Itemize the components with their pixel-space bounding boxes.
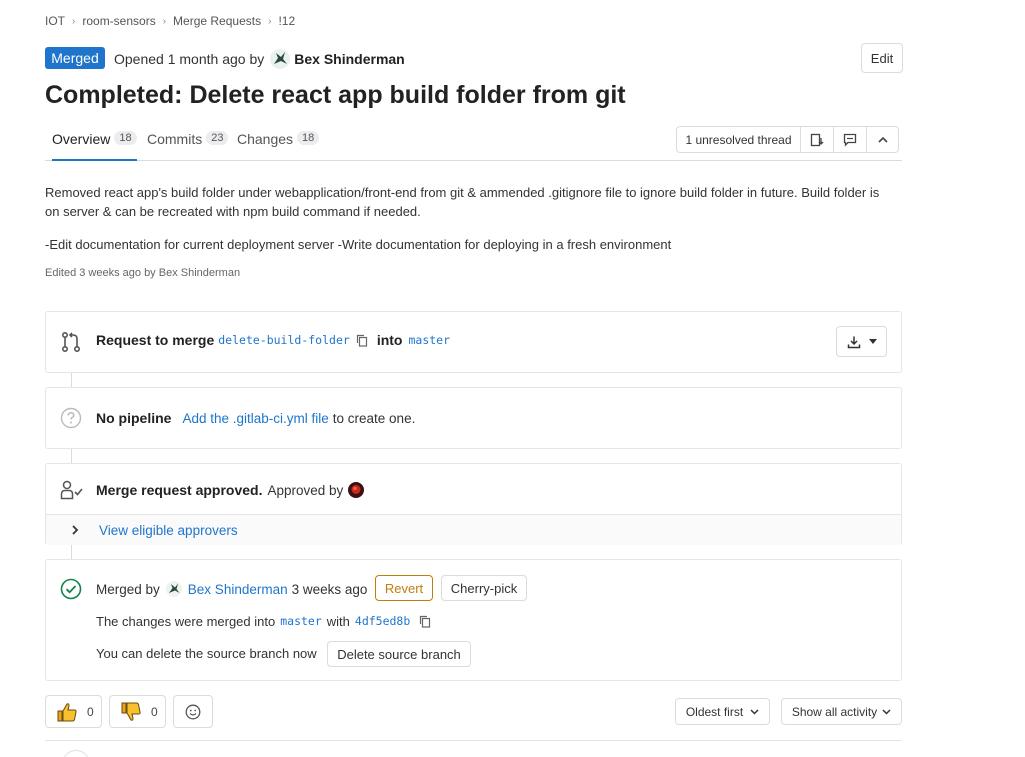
timeline-avatar-partial	[62, 750, 90, 757]
comment-icon	[843, 133, 857, 147]
widget-connector	[71, 545, 72, 560]
activity-filter-label: Show all activity	[791, 704, 878, 719]
pipeline-text: No pipeline Add the .gitlab-ci.yml file …	[96, 410, 415, 426]
comment-button[interactable]	[834, 127, 867, 152]
merge-request-icon	[60, 331, 82, 353]
question-icon	[60, 407, 82, 429]
thread-controls: 1 unresolved thread	[676, 126, 899, 153]
approvers-row[interactable]: View eligible approvers	[46, 514, 901, 545]
author-name[interactable]: Bex Shinderman	[294, 51, 404, 67]
unresolved-threads-button[interactable]: 1 unresolved thread	[677, 127, 801, 152]
breadcrumb-project[interactable]: room-sensors	[82, 14, 155, 28]
request-to-merge-label: Request to merge	[96, 332, 215, 348]
check-circle-icon	[60, 578, 82, 600]
activity-filter-dropdown[interactable]: Show all activity	[781, 698, 902, 725]
widget-connector	[71, 449, 72, 464]
description-para-1: Removed react app's build folder under w…	[45, 185, 880, 219]
tab-overview[interactable]: Overview 18	[52, 130, 137, 161]
tab-commits-label: Commits	[147, 131, 203, 147]
thumbs-up-count: 0	[87, 704, 94, 719]
view-eligible-approvers-link[interactable]: View eligible approvers	[99, 523, 238, 538]
changes-merged-text: The changes were merged into	[96, 613, 276, 629]
target-branch[interactable]: master	[408, 333, 450, 347]
sort-label: Oldest first	[685, 704, 744, 719]
breadcrumb: IOT › room-sensors › Merge Requests › !1…	[45, 13, 295, 29]
with-label: with	[326, 613, 350, 629]
approval-widget: Merge request approved. Approved by View…	[45, 463, 902, 545]
add-reaction-button[interactable]	[173, 695, 213, 728]
tab-overview-count: 18	[114, 131, 137, 145]
merged-by-label: Merged by	[96, 581, 160, 597]
merged-time: 3 weeks ago	[291, 581, 368, 597]
chevron-down-icon	[750, 708, 759, 715]
no-pipeline-label: No pipeline	[96, 410, 172, 426]
merger-name-link[interactable]: Bex Shinderman	[188, 582, 288, 597]
copy-icon[interactable]	[356, 334, 368, 347]
approved-label: Merge request approved.	[96, 482, 263, 498]
tab-commits-count: 23	[206, 131, 229, 145]
merged-target-branch[interactable]: master	[280, 614, 322, 628]
avatar[interactable]	[270, 49, 291, 69]
thumbs-up-icon	[56, 701, 78, 723]
pipeline-suffix: to create one.	[332, 410, 416, 426]
tab-changes[interactable]: Changes 18	[237, 131, 320, 161]
merged-widget: Merged by Bex Shinderman 3 weeks ago Rev…	[45, 559, 902, 681]
chevron-right-icon: ›	[268, 15, 272, 27]
delete-source-branch-button[interactable]: Delete source branch	[327, 641, 471, 667]
sort-dropdown[interactable]: Oldest first	[675, 698, 770, 725]
collapse-button[interactable]	[867, 127, 898, 152]
next-thread-icon	[810, 133, 824, 147]
opened-label: Opened	[114, 51, 164, 67]
next-thread-button[interactable]	[801, 127, 834, 152]
merge-request-text: Request to merge delete-build-folder int…	[96, 332, 450, 348]
thumbs-down-icon	[120, 701, 142, 723]
copy-icon[interactable]	[419, 615, 431, 628]
page-title: Completed: Delete react app build folder…	[45, 81, 626, 109]
opened-time: 1 month ago	[167, 51, 246, 67]
approved-by-label: Approved by	[267, 482, 344, 498]
smiley-icon	[185, 704, 201, 720]
chevron-right-icon: ›	[72, 15, 76, 27]
breadcrumb-merge-requests[interactable]: Merge Requests	[173, 14, 261, 28]
breadcrumb-iot[interactable]: IOT	[45, 14, 65, 28]
approver-avatar[interactable]	[348, 482, 365, 498]
cherry-pick-button[interactable]: Cherry-pick	[441, 575, 527, 601]
chevron-down-icon	[882, 708, 891, 715]
source-branch[interactable]: delete-build-folder	[218, 333, 350, 347]
tab-overview-label: Overview	[52, 131, 111, 147]
thumbs-down-count: 0	[151, 704, 158, 719]
status-badge: Merged	[45, 47, 105, 69]
activity-divider	[45, 740, 902, 741]
edit-button[interactable]: Edit	[861, 43, 903, 73]
chevron-right-icon: ›	[162, 15, 167, 27]
tab-changes-count: 18	[297, 131, 320, 145]
thumbs-down-button[interactable]: 0	[109, 695, 166, 728]
add-gitlab-ci-link[interactable]: Add the .gitlab-ci.yml file	[182, 411, 328, 426]
breadcrumb-mr-id[interactable]: !12	[278, 14, 295, 28]
tab-commits[interactable]: Commits 23	[147, 131, 229, 161]
edited-note: Edited 3 weeks ago by Bex Shinderman	[45, 267, 241, 279]
approval-text: Merge request approved. Approved by	[96, 480, 365, 500]
chevron-up-icon	[877, 134, 889, 146]
chevron-right-icon	[71, 525, 79, 535]
widget-connector	[71, 373, 72, 388]
merged-by-row: Merged by Bex Shinderman 3 weeks ago	[96, 579, 367, 599]
description-para-2: -Edit documentation for current deployme…	[45, 237, 672, 252]
commit-sha-link[interactable]: 4df5ed8b	[355, 614, 410, 628]
caret-down-icon	[868, 338, 877, 345]
revert-button[interactable]: Revert	[375, 575, 433, 601]
approval-icon	[60, 480, 84, 500]
merge-info-row: The changes were merged into master with…	[96, 612, 431, 630]
tab-changes-label: Changes	[237, 131, 294, 147]
by-label: by	[249, 51, 265, 67]
pipeline-widget: No pipeline Add the .gitlab-ci.yml file …	[45, 387, 902, 449]
download-dropdown[interactable]	[836, 326, 887, 357]
merger-avatar[interactable]	[165, 581, 182, 597]
thumbs-up-button[interactable]: 0	[45, 695, 102, 728]
merge-request-widget: Request to merge delete-build-folder int…	[45, 311, 902, 373]
mr-meta: Opened 1 month ago by Bex Shinderman	[114, 49, 405, 69]
into-label: into	[376, 332, 403, 348]
delete-branch-text: You can delete the source branch now	[96, 646, 317, 661]
download-icon	[847, 335, 861, 349]
